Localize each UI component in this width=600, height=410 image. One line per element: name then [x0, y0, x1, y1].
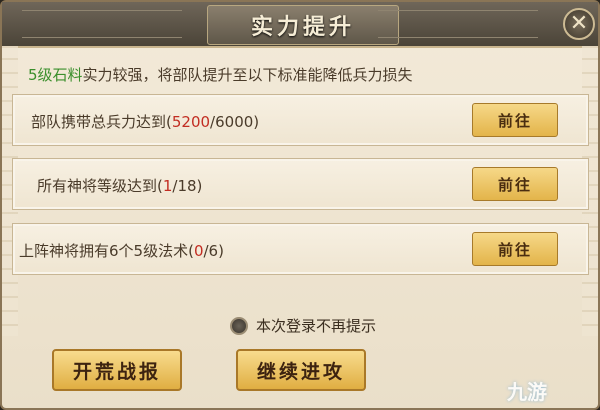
requirement-row-spells: 上阵神将拥有6个5级法术(0/6) 前往	[12, 223, 589, 275]
requirement-row-troops: 部队携带总兵力达到(5200/6000) 前往	[12, 94, 589, 146]
intro-highlight: 5级石料	[28, 66, 83, 84]
go-button-troops[interactable]: 前往	[472, 103, 558, 137]
intro-text: 5级石料实力较强，将部队提升至以下标准能降低兵力损失	[28, 64, 413, 85]
requirement-text: 部队携带总兵力达到(5200/6000)	[31, 113, 260, 131]
requirement-row-level: 所有神将等级达到(1/18) 前往	[12, 158, 589, 210]
dont-remind-checkbox[interactable]: 本次登录不再提示	[230, 315, 376, 336]
close-icon[interactable]: ✕	[563, 8, 595, 40]
title-bar: 实力提升	[2, 2, 598, 48]
watermark-logo: 九游	[507, 380, 547, 404]
requirement-text: 所有神将等级达到(1/18)	[37, 177, 203, 195]
requirement-current: 5200	[171, 113, 211, 131]
go-button-level[interactable]: 前往	[472, 167, 558, 201]
requirement-current: 0	[193, 242, 204, 260]
strength-upgrade-dialog: 实力提升 ✕ 5级石料实力较强，将部队提升至以下标准能降低兵力损失 部队携带总兵…	[0, 0, 600, 410]
go-button-spells[interactable]: 前往	[472, 232, 558, 266]
intro-rest: 实力较强，将部队提升至以下标准能降低兵力损失	[82, 66, 413, 84]
dont-remind-label: 本次登录不再提示	[256, 317, 377, 335]
requirement-current: 1	[162, 177, 173, 195]
title-plate: 实力提升	[207, 5, 399, 45]
battle-report-button[interactable]: 开荒战报	[52, 349, 182, 391]
continue-attack-button[interactable]: 继续进攻	[236, 349, 366, 391]
dialog-title: 实力提升	[250, 15, 355, 40]
requirement-text: 上阵神将拥有6个5级法术(0/6)	[19, 242, 224, 260]
radio-icon[interactable]	[230, 316, 248, 335]
